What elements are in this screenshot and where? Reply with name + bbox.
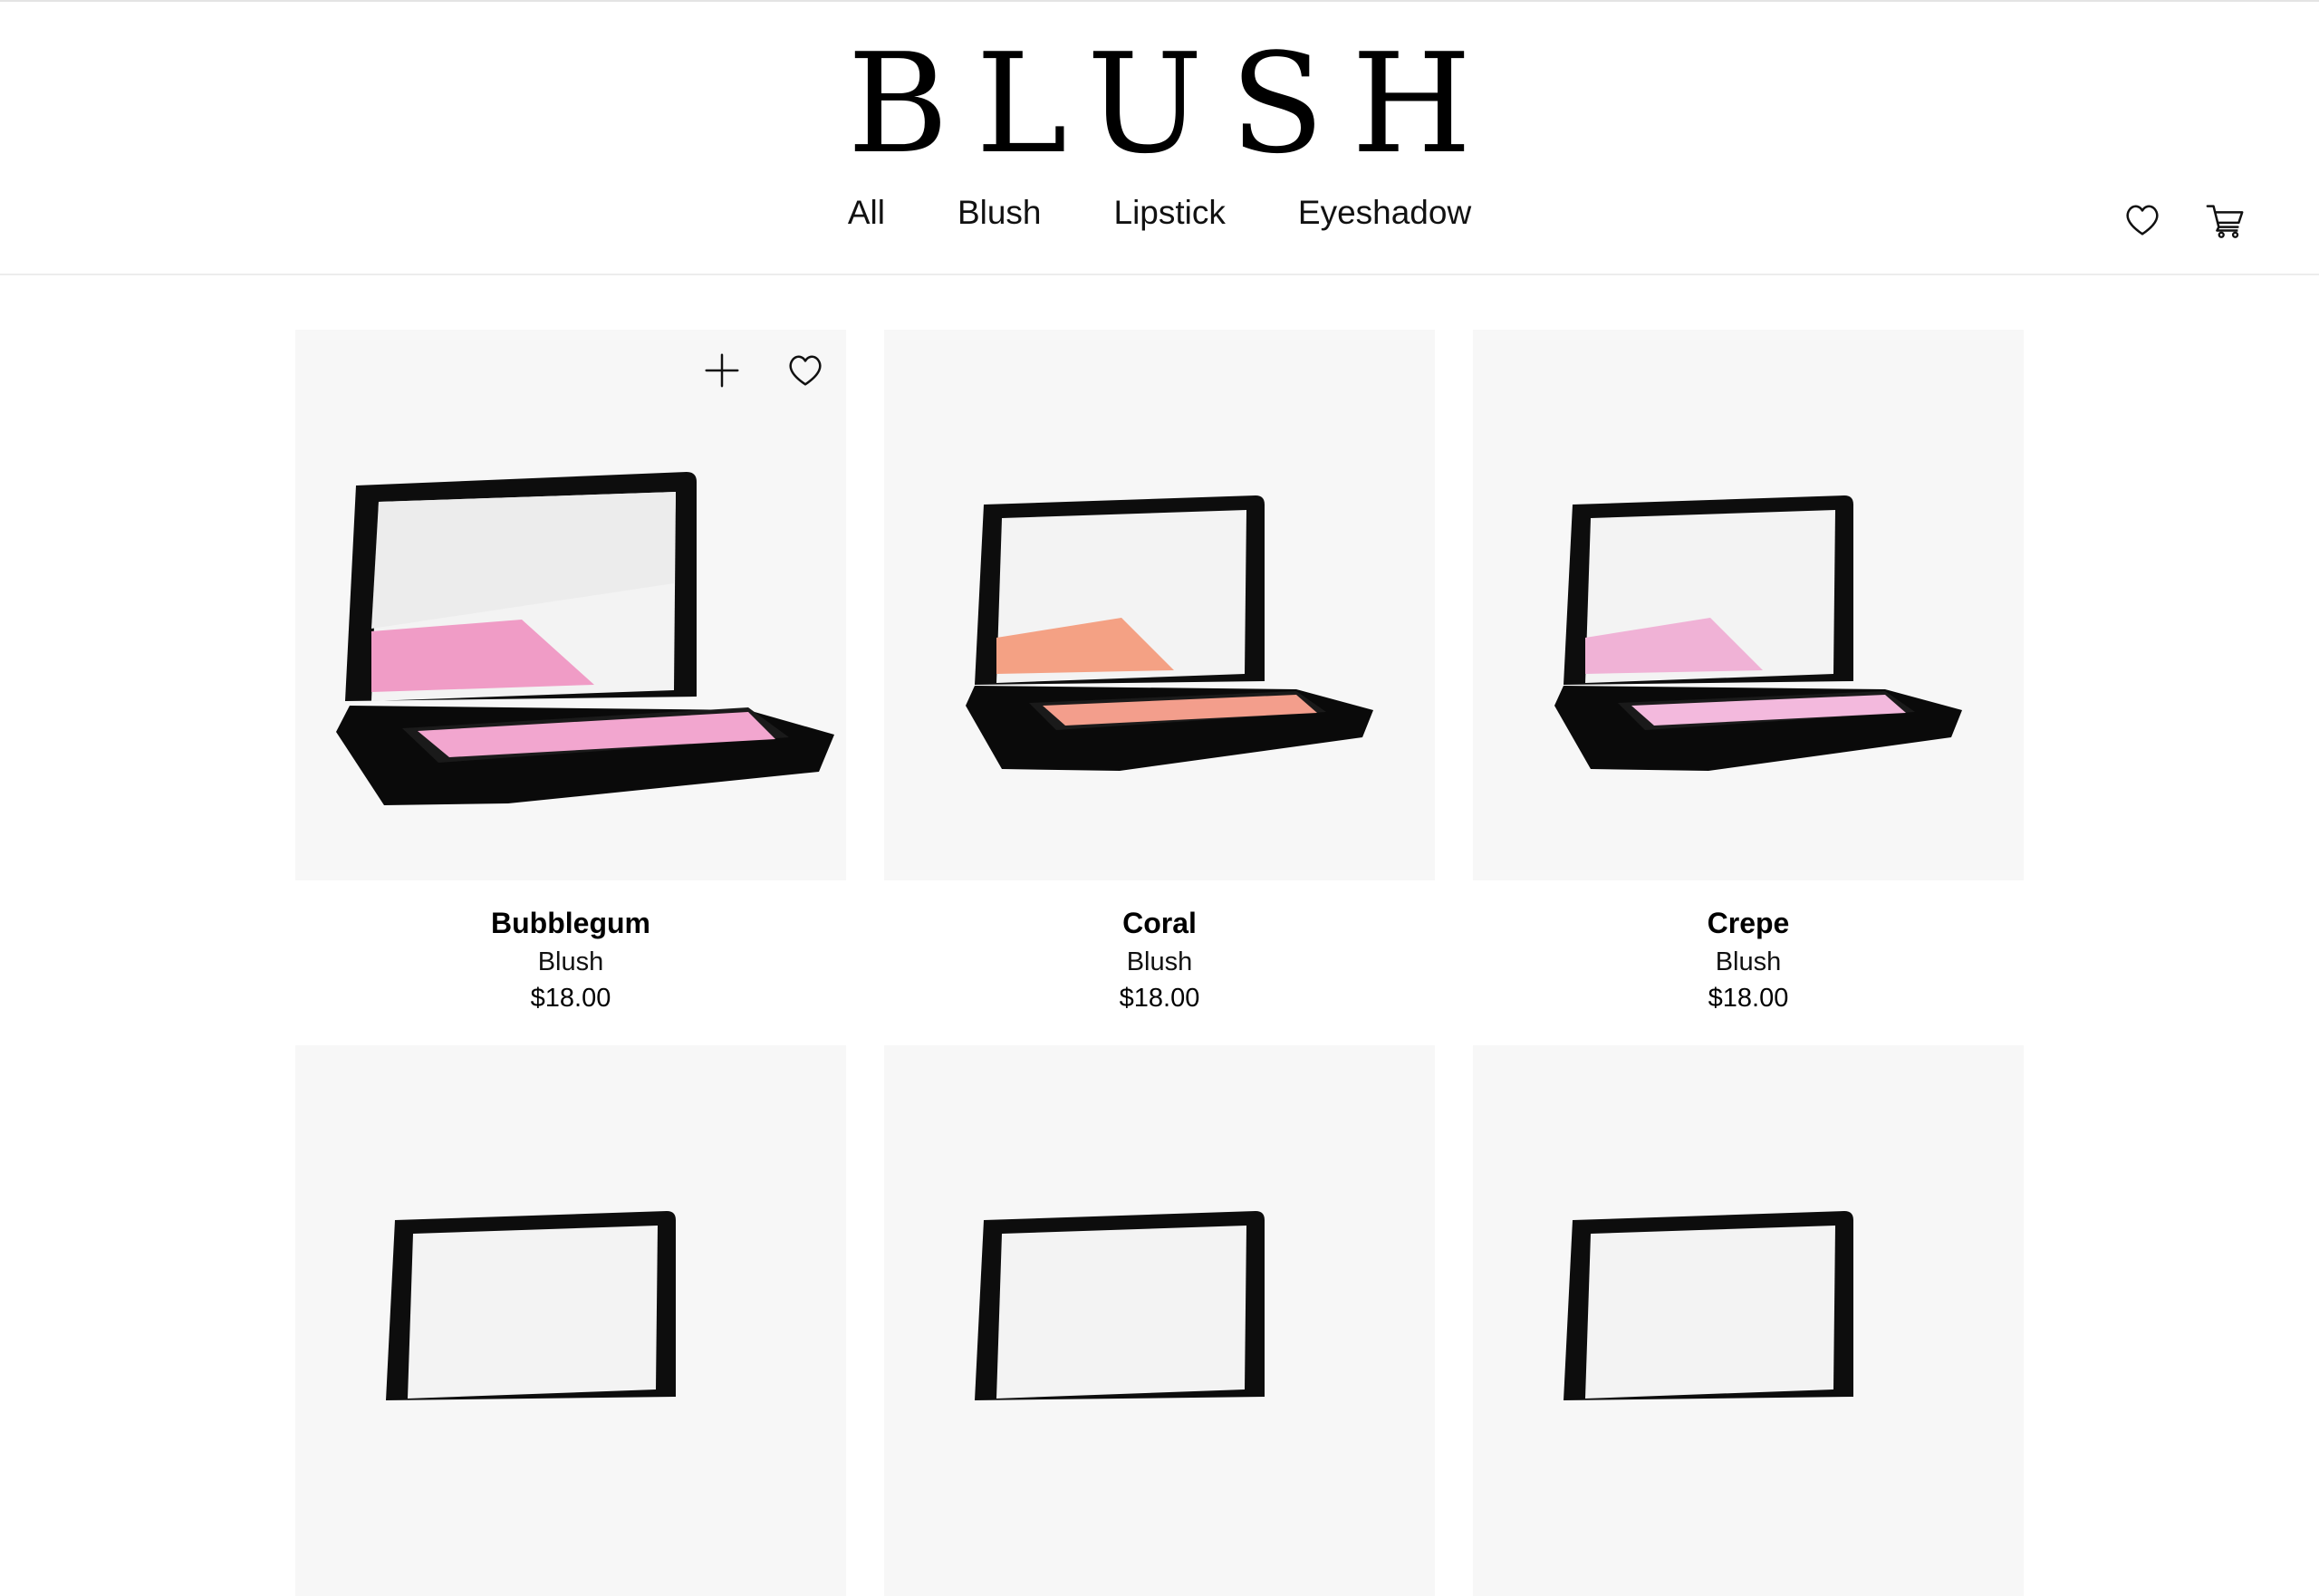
- product-price: $18.00: [1708, 984, 1789, 1013]
- product-info: Crepe Blush $18.00: [1473, 880, 2024, 1016]
- product-image[interactable]: [1473, 1045, 2024, 1596]
- page: BLUSH All Blush Lipstick Eyeshadow Bubbl…: [0, 0, 2319, 1596]
- product-price: $18.00: [530, 984, 611, 1013]
- nav-item-eyeshadow[interactable]: Eyeshadow: [1298, 194, 1471, 232]
- compact-image: [386, 1211, 676, 1400]
- product-name[interactable]: Bubblegum: [295, 906, 846, 940]
- heart-icon[interactable]: [2122, 199, 2163, 241]
- nav-item-lipstick[interactable]: Lipstick: [1114, 194, 1226, 232]
- product-info: Bubblegum Blush $18.00: [295, 880, 846, 1016]
- compact-image: [966, 495, 1373, 771]
- compact-image: [1564, 1211, 1853, 1400]
- product-category: Blush: [1715, 947, 1782, 976]
- product-image[interactable]: [295, 1045, 846, 1596]
- nav-item-blush[interactable]: Blush: [957, 194, 1042, 232]
- product-image[interactable]: [295, 330, 846, 880]
- cart-icon[interactable]: [2205, 199, 2247, 241]
- product-card[interactable]: [1473, 1045, 2024, 1596]
- card-actions: [701, 350, 826, 391]
- compact-image: [1554, 495, 1962, 771]
- product-card[interactable]: Bubblegum Blush $18.00: [295, 330, 846, 1016]
- brand-logo[interactable]: BLUSH: [0, 35, 2319, 173]
- heart-icon[interactable]: [784, 350, 826, 391]
- product-category: Blush: [1126, 947, 1193, 976]
- product-price: $18.00: [1119, 984, 1200, 1013]
- product-image[interactable]: [884, 330, 1435, 880]
- product-category: Blush: [537, 947, 604, 976]
- product-name[interactable]: Crepe: [1473, 906, 2024, 940]
- category-nav: All Blush Lipstick Eyeshadow: [0, 194, 2319, 232]
- product-name[interactable]: Coral: [884, 906, 1435, 940]
- product-info: Coral Blush $18.00: [884, 880, 1435, 1016]
- header-actions: [2122, 199, 2247, 241]
- product-card[interactable]: [295, 1045, 846, 1596]
- compact-image: [336, 472, 834, 805]
- product-card[interactable]: Coral Blush $18.00: [884, 330, 1435, 1016]
- site-header: BLUSH All Blush Lipstick Eyeshadow: [0, 2, 2319, 275]
- product-image[interactable]: [884, 1045, 1435, 1596]
- product-card[interactable]: [884, 1045, 1435, 1596]
- compact-image: [975, 1211, 1265, 1400]
- product-card[interactable]: Crepe Blush $18.00: [1473, 330, 2024, 1016]
- plus-icon[interactable]: [701, 350, 743, 391]
- product-image[interactable]: [1473, 330, 2024, 880]
- nav-item-all[interactable]: All: [848, 194, 885, 232]
